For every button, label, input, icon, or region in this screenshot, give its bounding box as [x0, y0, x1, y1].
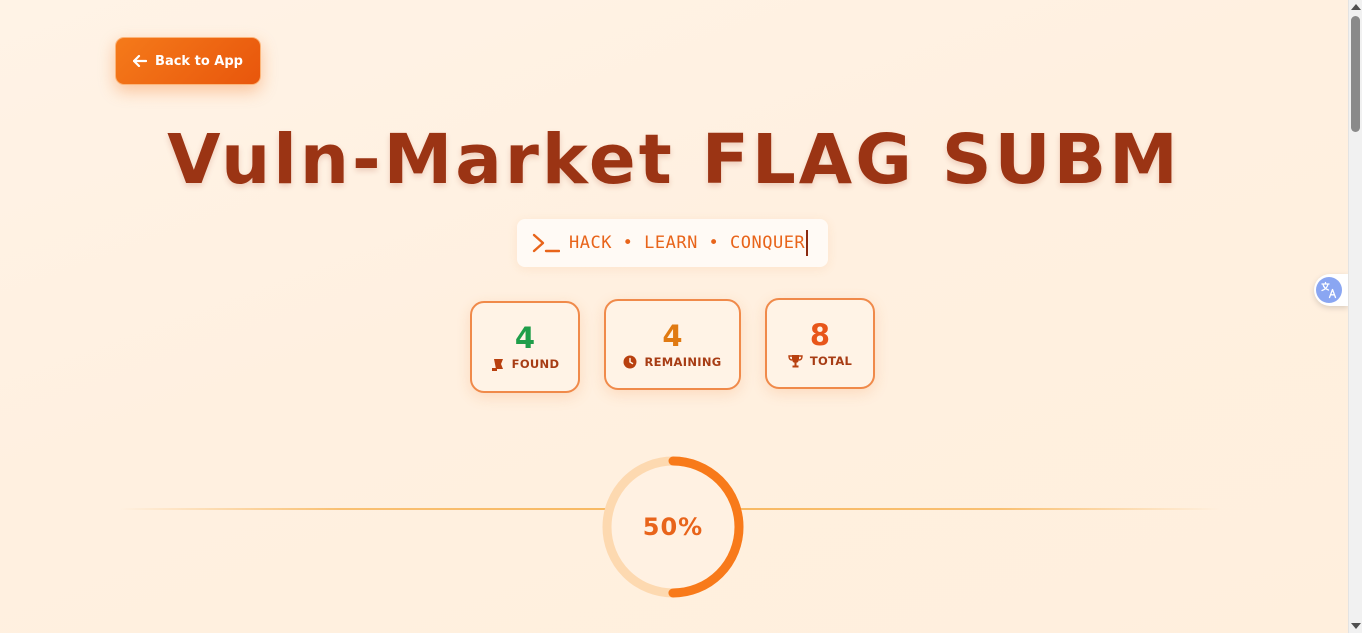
page-title: Vuln-Market FLAG SUBM [167, 120, 1181, 200]
progress-ring: 50% [598, 452, 748, 602]
stat-card-total: 8 TOTAL [765, 298, 875, 389]
terminal-prompt-icon [532, 233, 560, 253]
translate-button[interactable] [1314, 274, 1348, 306]
stat-card-found: 4 FOUND [470, 301, 580, 393]
tagline-box: HACK • LEARN • CONQUER [517, 219, 828, 267]
page-viewport: Back to App Vuln-Market FLAG SUBM HACK •… [0, 0, 1348, 633]
stat-remaining-label: REMAINING [644, 355, 722, 369]
arrow-left-icon [133, 55, 148, 67]
stat-found-value: 4 [514, 321, 536, 355]
stat-card-remaining: 4 REMAINING [604, 299, 741, 390]
stat-remaining-value: 4 [662, 319, 683, 353]
stat-found-label: FOUND [511, 357, 560, 371]
back-to-app-label: Back to App [155, 53, 243, 69]
stat-remaining-label-row: REMAINING [606, 355, 739, 369]
translate-icon [1321, 281, 1337, 299]
vertical-scrollbar[interactable] [1348, 0, 1362, 633]
tagline-text: HACK • LEARN • CONQUER [569, 230, 809, 256]
progress-percent-label: 50% [642, 513, 704, 541]
clock-icon [623, 355, 637, 369]
scrollbar-thumb[interactable] [1351, 16, 1360, 132]
back-to-app-button[interactable]: Back to App [115, 37, 261, 85]
flag-icon [491, 358, 503, 371]
scroll-down-arrow-icon[interactable] [1351, 623, 1361, 629]
scroll-up-arrow-icon[interactable] [1351, 4, 1361, 10]
stat-total-value: 8 [809, 318, 831, 352]
stat-total-label-row: TOTAL [767, 354, 873, 368]
trophy-icon [788, 355, 803, 368]
translate-icon-badge [1316, 277, 1342, 303]
stat-found-label-row: FOUND [472, 357, 578, 371]
stat-total-label: TOTAL [809, 354, 853, 368]
